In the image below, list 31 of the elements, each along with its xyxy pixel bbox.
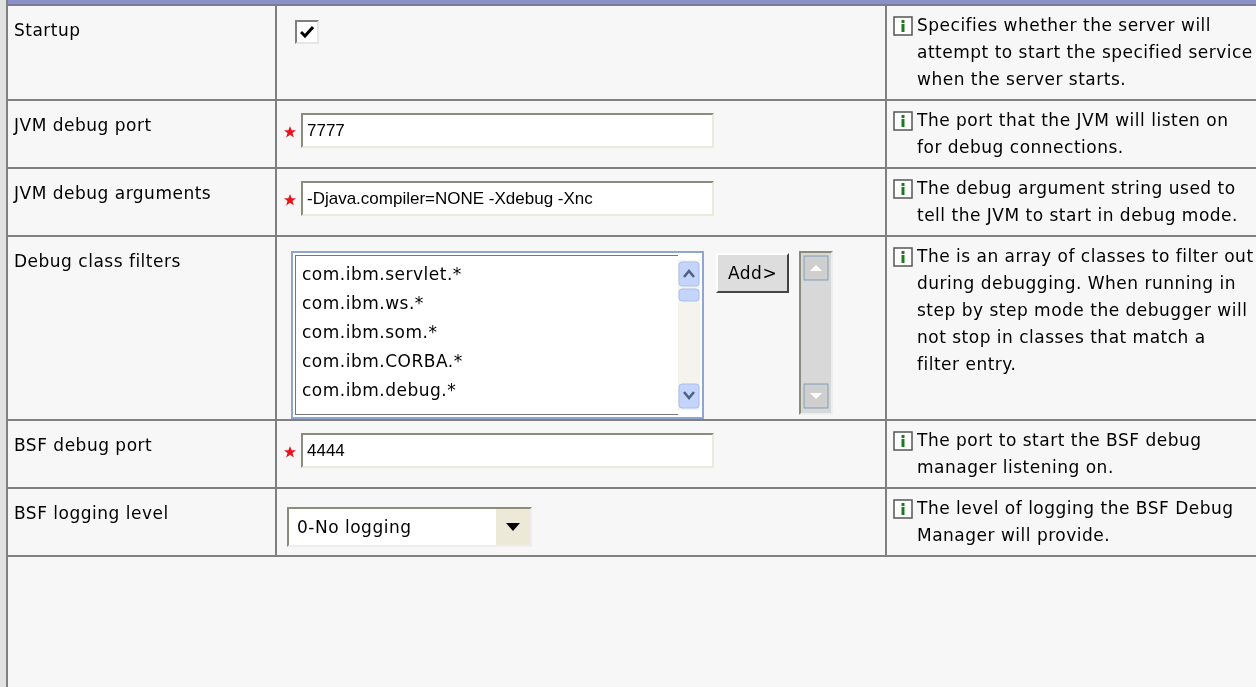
input-field[interactable]: 4444: [301, 433, 714, 468]
field-label: BSF logging level: [14, 503, 169, 523]
checkbox[interactable]: [295, 20, 319, 44]
list-item[interactable]: com.ibm.som.*: [302, 318, 672, 347]
info-icon: [893, 16, 913, 36]
dropdown[interactable]: 0-No logging: [287, 507, 532, 547]
info-icon: [893, 247, 913, 267]
help-text: The is an array of classes to filter out during debugging. When running in step by step mode the debugger will not stop in classes that match a filter entry.: [917, 245, 1254, 376]
list-box[interactable]: com.ibm.servlet.* com.ibm.ws.* com.ibm.som.* com.ibm.CORBA.* com.ibm.debug.*: [291, 251, 704, 419]
help-text: The port that the JVM will listen on for debug connections.: [917, 109, 1230, 159]
field-label: JVM debug arguments: [14, 183, 212, 203]
field-label: BSF debug port: [14, 435, 153, 455]
info-icon: [893, 431, 913, 451]
input-field[interactable]: -Djava.compiler=NONE -Xdebug -Xnc: [301, 181, 714, 216]
add-button[interactable]: Add>: [716, 253, 790, 293]
list-item[interactable]: com.ibm.CORBA.*: [302, 347, 672, 376]
input-field[interactable]: 7777: [301, 113, 714, 148]
info-icon: [893, 111, 913, 131]
field-label: Debug class filters: [14, 251, 181, 271]
info-icon: [893, 499, 913, 519]
list-item[interactable]: com.ibm.ws.*: [302, 289, 672, 318]
info-icon: [893, 179, 913, 199]
list-item[interactable]: com.ibm.servlet.*: [302, 260, 672, 289]
list-item[interactable]: com.ibm.debug.*: [302, 376, 672, 405]
field-label: Startup: [14, 20, 81, 40]
help-text: The level of logging the BSF Debug Manager will provide.: [917, 497, 1235, 547]
help-text: The port to start the BSF debug manager listening on.: [917, 429, 1203, 479]
help-text: The debug argument string used to tell the JVM to start in debug mode.: [917, 177, 1239, 227]
field-label: JVM debug port: [14, 115, 152, 135]
checkmark-icon: [300, 26, 314, 38]
help-text: Specifies whether the server will attempt to start the specified service when the server starts.: [917, 14, 1254, 91]
